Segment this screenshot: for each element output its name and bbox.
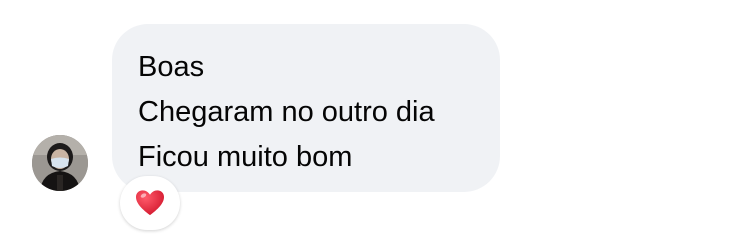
message-bubble[interactable]: Boas Chegaram no outro dia Ficou muito b… <box>112 24 500 192</box>
reaction-badge[interactable] <box>120 176 180 230</box>
avatar-image <box>32 135 88 191</box>
message-line-3: Ficou muito bom <box>138 141 353 173</box>
message-row: Boas Chegaram no outro dia Ficou muito b… <box>0 0 750 252</box>
avatar[interactable] <box>32 135 88 191</box>
message-line-2: Chegaram no outro dia <box>138 96 435 128</box>
heart-icon <box>136 190 164 216</box>
message-line-1: Boas <box>138 51 205 83</box>
